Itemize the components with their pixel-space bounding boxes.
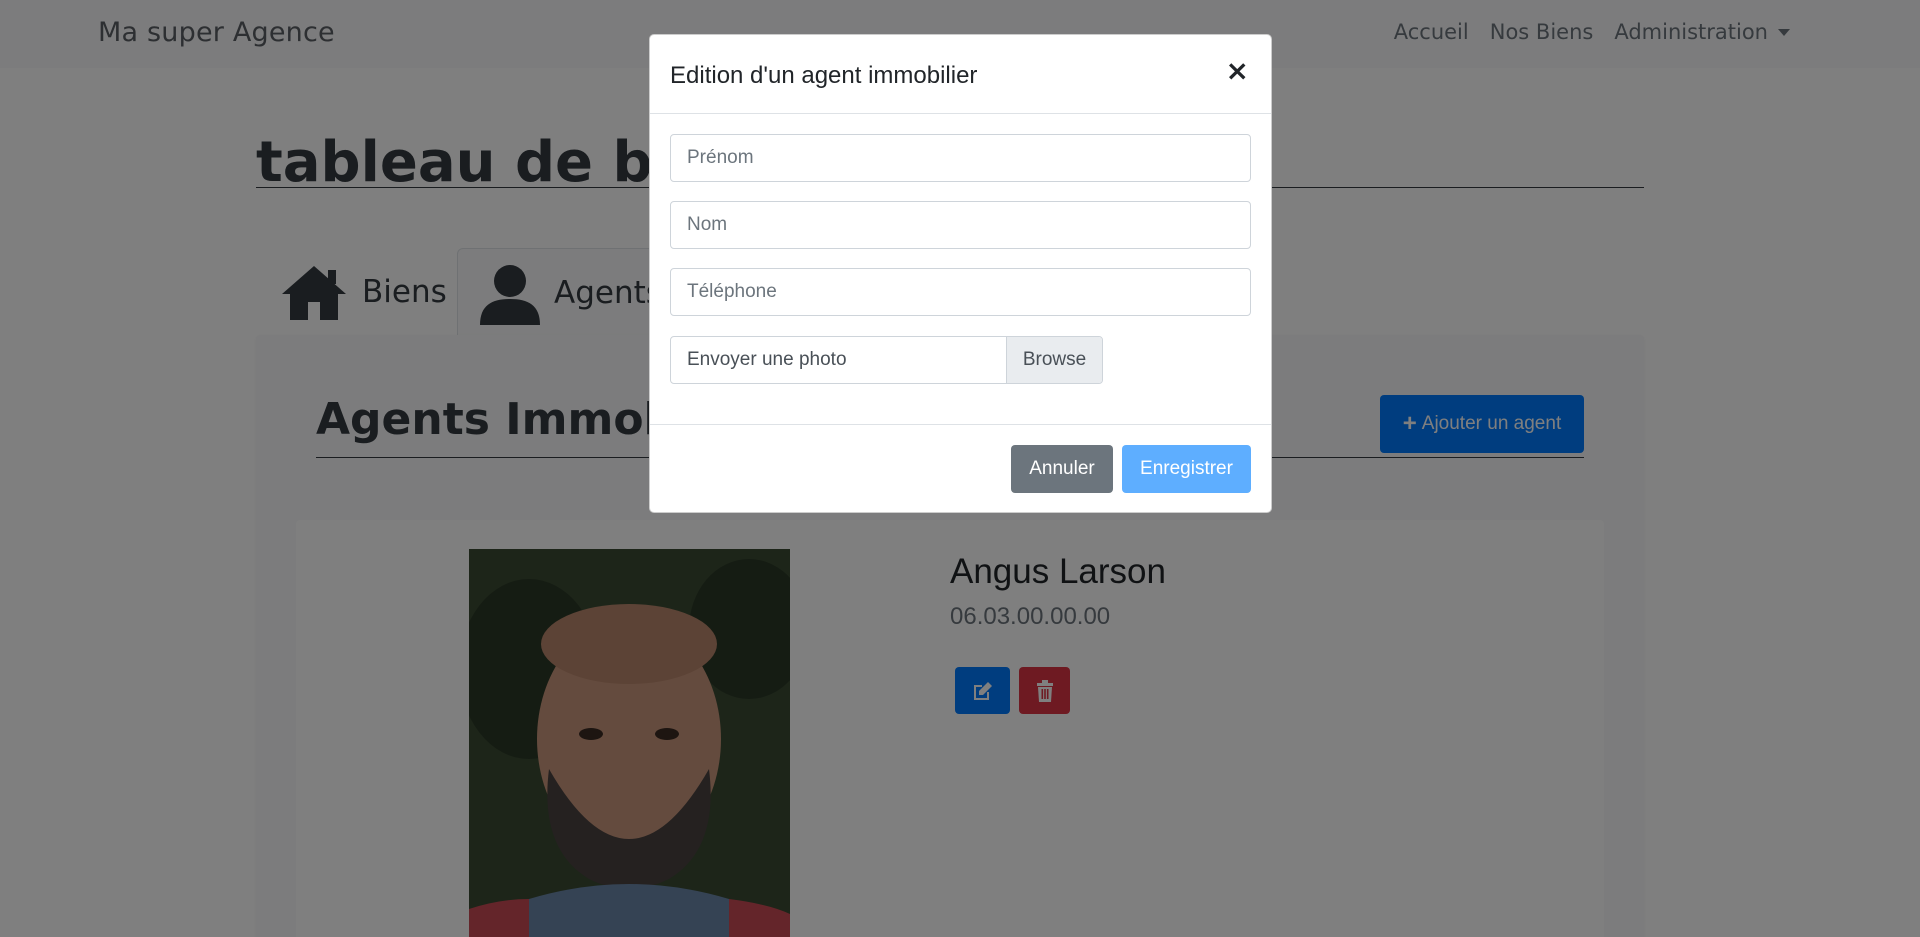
save-button[interactable]: Enregistrer xyxy=(1122,445,1251,493)
modal-title: Edition d'un agent immobilier xyxy=(670,62,978,89)
browse-button[interactable]: Browse xyxy=(1006,337,1102,383)
modal-header: Edition d'un agent immobilier × xyxy=(650,35,1271,114)
prenom-field[interactable]: Prénom xyxy=(670,134,1251,182)
photo-file-input[interactable]: Envoyer une photo Browse xyxy=(670,336,1103,384)
telephone-field[interactable]: Téléphone xyxy=(670,268,1251,316)
file-input-label[interactable]: Envoyer une photo xyxy=(671,337,1006,383)
edit-agent-modal: Edition d'un agent immobilier × Prénom N… xyxy=(649,34,1272,513)
close-icon[interactable]: × xyxy=(1226,57,1249,85)
cancel-button[interactable]: Annuler xyxy=(1011,445,1113,493)
modal-footer: Annuler Enregistrer xyxy=(650,424,1271,514)
nom-field[interactable]: Nom xyxy=(670,201,1251,249)
